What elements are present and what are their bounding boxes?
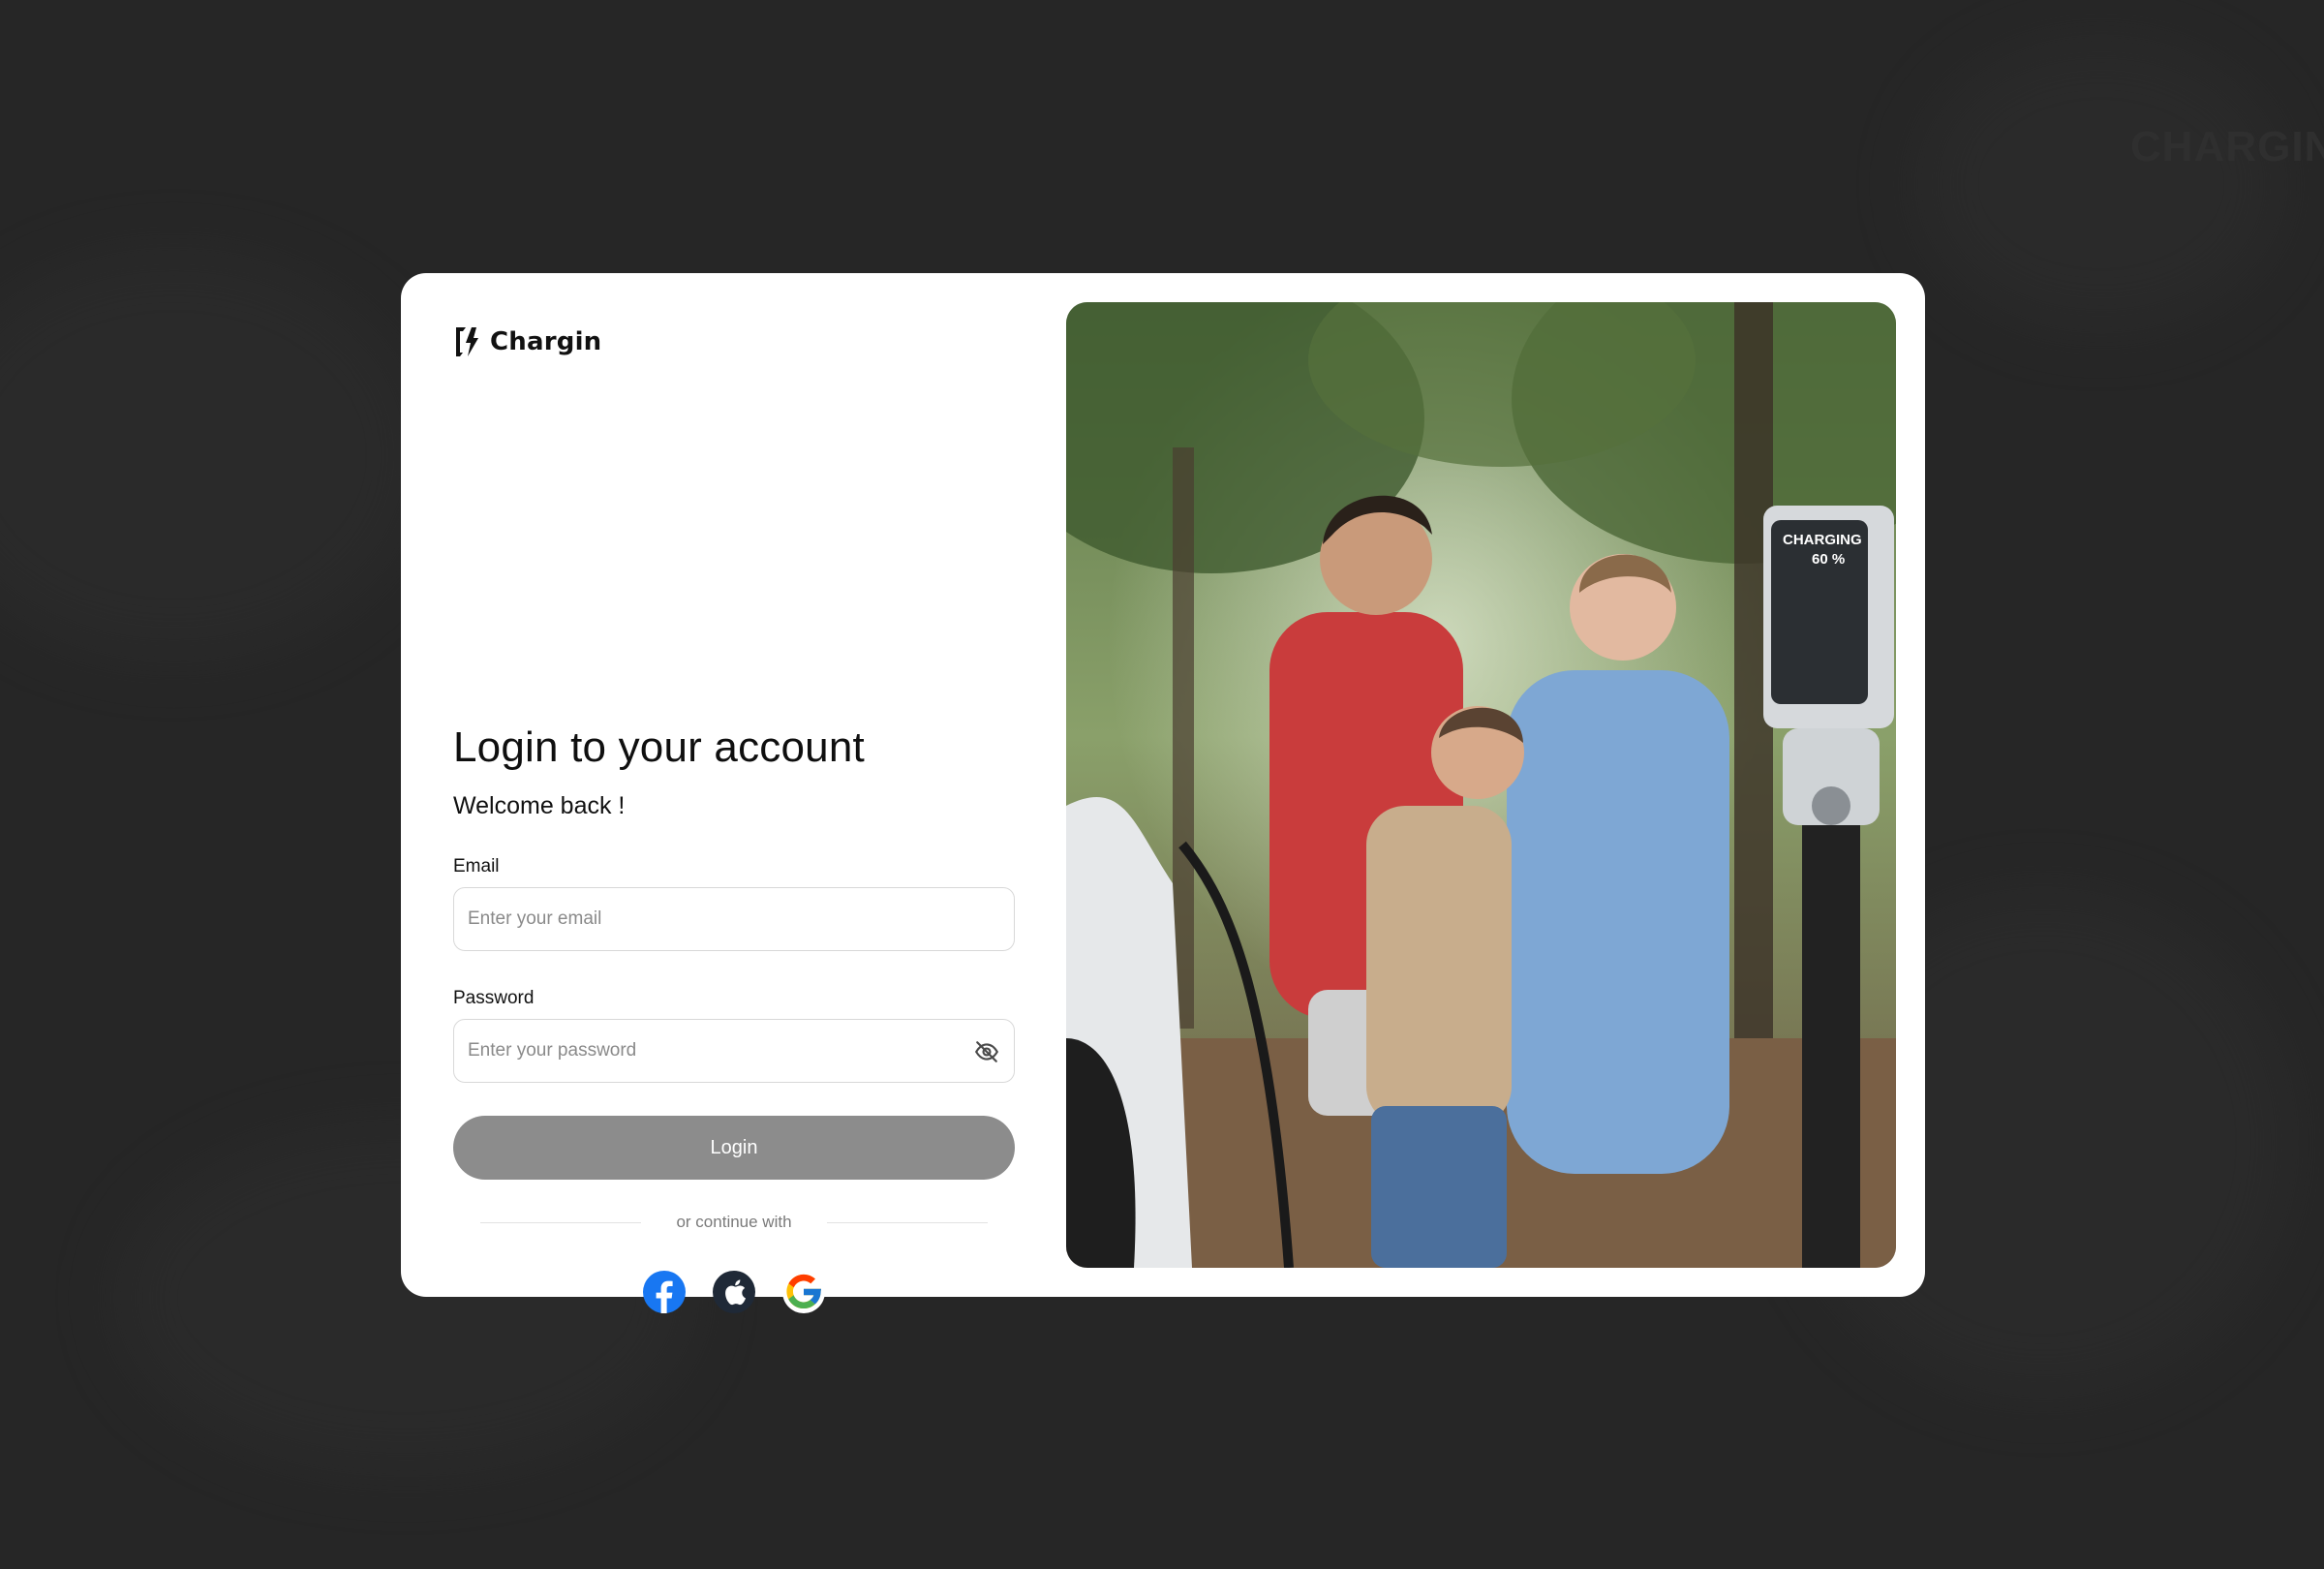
eye-off-icon (975, 1041, 998, 1062)
apple-login-button[interactable] (713, 1271, 755, 1313)
password-field-wrapper (453, 1019, 1015, 1083)
background-watermark: CHARGIN (2130, 123, 2324, 170)
apple-icon (725, 1279, 746, 1306)
email-field-wrapper (453, 887, 1015, 951)
facebook-icon (656, 1280, 673, 1313)
hero-illustration: CHARGING 60 % (1066, 302, 1896, 1268)
page-title: Login to your account (453, 723, 865, 771)
page-subtitle: Welcome back ! (453, 792, 626, 819)
facebook-login-button[interactable] (643, 1271, 686, 1313)
google-icon (786, 1274, 822, 1309)
charging-station-post (1802, 825, 1860, 1268)
email-label: Email (453, 856, 500, 877)
charging-station-plug (1812, 786, 1850, 825)
divider-line-left (480, 1221, 642, 1223)
tree-trunk (1173, 447, 1194, 1029)
bolt-logo-icon (456, 327, 478, 356)
brand-logo: Chargin (453, 325, 601, 358)
password-label: Password (453, 988, 535, 1008)
person-woman (1507, 670, 1729, 1174)
divider-text: or continue with (676, 1213, 792, 1231)
login-card: Chargin Login to your account Welcome ba… (401, 273, 1925, 1313)
person-boy-jeans (1371, 1106, 1507, 1268)
charging-percent-text: 60 % (1812, 551, 1845, 568)
email-field[interactable] (454, 888, 1014, 950)
hero-image: CHARGING 60 % (1066, 302, 1896, 1268)
social-login-buttons (643, 1271, 825, 1313)
charging-status-text: CHARGING (1783, 532, 1862, 548)
toggle-password-visibility-button[interactable] (969, 1034, 1004, 1069)
login-button[interactable]: Login (453, 1116, 1015, 1180)
social-divider: or continue with (480, 1213, 989, 1232)
password-field[interactable] (454, 1020, 1014, 1082)
google-login-button[interactable] (782, 1271, 825, 1313)
person-boy (1366, 806, 1512, 1125)
divider-line-right (826, 1221, 989, 1223)
login-panel: Chargin Login to your account Welcome ba… (453, 273, 1015, 1313)
brand-name: Chargin (490, 327, 602, 356)
